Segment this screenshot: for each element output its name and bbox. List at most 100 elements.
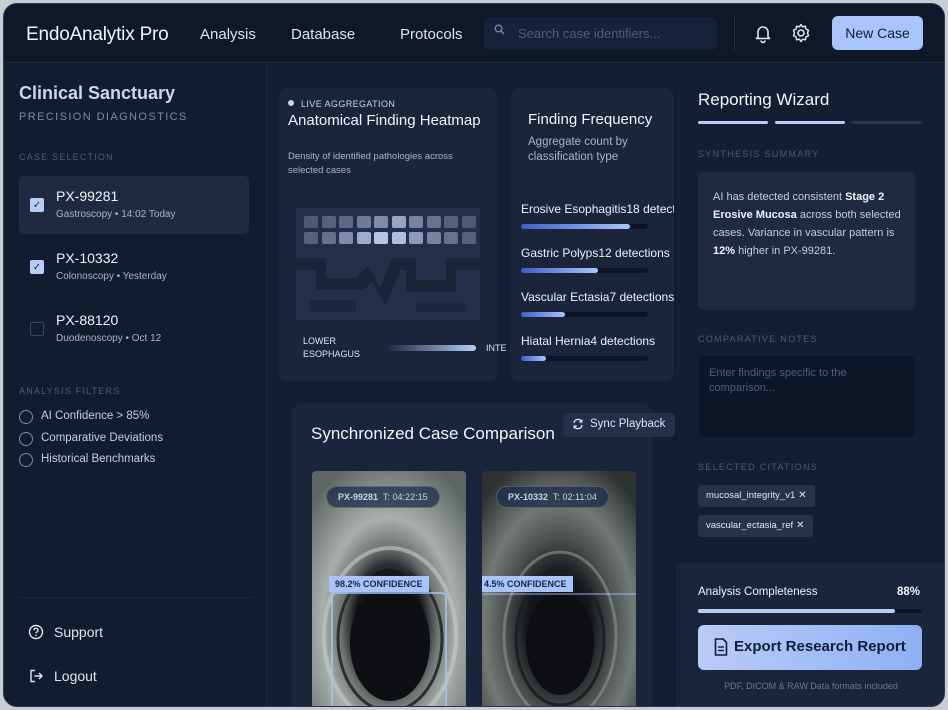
live-badge-label: LIVE AGGREGATION (301, 99, 396, 109)
synthesis-summary-box: AI has detected consistent Stage 2 Erosi… (698, 172, 915, 310)
top-bar: EndoAnalytix Pro Analysis Database Proto… (4, 4, 944, 63)
case-item[interactable]: ✓ PX-99281 Gastroscopy • 14:02 Today (19, 176, 249, 234)
main-content: LIVE AGGREGATION Anatomical Finding Heat… (267, 63, 675, 706)
frame-chip: PX-99281 T: 04:22:15 (326, 486, 440, 508)
sidebar-divider (19, 597, 253, 598)
search-box[interactable] (484, 17, 717, 50)
heatmap-cell (409, 216, 423, 228)
search-input[interactable] (518, 23, 708, 43)
sync-icon (572, 418, 584, 430)
frequency-title: Finding Frequency (528, 111, 653, 128)
selected-citations-label: SELECTED CITATIONS (698, 462, 819, 472)
document-icon (714, 638, 728, 656)
frequency-bar-fill (521, 268, 599, 273)
confidence-badge: 4.5% CONFIDENCE (482, 576, 573, 592)
remove-icon[interactable]: ✕ (796, 520, 804, 531)
anatomical-heatmap[interactable] (296, 208, 480, 320)
case-checkbox[interactable]: ✓ (30, 198, 44, 212)
sync-label: Sync Playback (590, 418, 666, 430)
heatmap-cell (374, 216, 388, 228)
heatmap-cell (444, 216, 458, 228)
citation-label: vascular_ectasia_ref (706, 520, 794, 531)
frequency-bar-track (521, 312, 648, 317)
radio-button[interactable] (19, 432, 33, 446)
heatmap-cell (304, 216, 318, 228)
completeness-value: 88% (897, 586, 921, 598)
export-report-button[interactable]: Export Research Report (698, 625, 922, 670)
heatmap-cell (356, 216, 371, 228)
frequency-bar-track (521, 224, 648, 229)
wizard-step-2 (775, 121, 845, 124)
new-case-button[interactable]: New Case (832, 16, 923, 50)
frequency-bar-track (521, 268, 648, 273)
frame-timestamp: T: 04:22:15 (383, 492, 428, 502)
toolbar-divider (734, 17, 735, 50)
frame-timestamp: T: 02:11:04 (553, 492, 597, 502)
filter-label: Historical Benchmarks (41, 453, 156, 465)
completeness-section: Analysis Completeness 88% Export Researc… (676, 563, 944, 706)
frequency-description: Aggregate count by classification type (528, 136, 628, 163)
search-icon (494, 24, 505, 38)
help-circle-icon (28, 624, 44, 640)
heatmap-cell (391, 216, 406, 228)
heatmap-cell (461, 232, 476, 244)
sidebar-title: Clinical Sanctuary (19, 83, 176, 103)
app-window: EndoAnalytix Pro Analysis Database Proto… (3, 3, 945, 707)
frequency-bar-fill (521, 356, 547, 361)
heatmap-cell (444, 232, 458, 244)
endoscopy-frame-right[interactable]: PX-10332 T: 02:11:04 4.5% CONFIDENCE (482, 471, 636, 706)
confidence-badge: 98.2% CONFIDENCE (329, 576, 429, 592)
case-meta: Duodenoscopy • Oct 12 (56, 333, 162, 344)
citation-chip[interactable]: mucosal_integrity_v1 ✕ (698, 485, 815, 507)
bell-icon[interactable] (752, 22, 774, 44)
case-selection-label: CASE SELECTION (19, 152, 114, 162)
filter-label: AI Confidence > 85% (41, 410, 150, 422)
case-item[interactable]: PX-88120 Duodenoscopy • Oct 12 (19, 300, 249, 358)
sidebar-subtitle: PRECISION DIAGNOSTICS (19, 111, 188, 123)
heatmap-cell (426, 232, 441, 244)
formats-note: PDF, DICOM & RAW Data formats included (724, 681, 898, 691)
comparative-notes-input[interactable] (698, 356, 915, 437)
heatmap-title: Anatomical Finding Heatmap (288, 112, 481, 129)
frequency-bar-track (521, 356, 648, 361)
heatmap-cell (304, 232, 318, 244)
remove-icon[interactable]: ✕ (798, 490, 806, 501)
citation-chip[interactable]: vascular_ectasia_ref ✕ (698, 515, 813, 537)
radio-button[interactable] (19, 453, 33, 467)
case-item[interactable]: ✓ PX-10332 Colonoscopy • Yesterday (19, 238, 249, 296)
nav-database[interactable]: Database (291, 26, 355, 43)
nav-protocols[interactable]: Protocols (400, 26, 463, 43)
completeness-progress-bar (698, 609, 922, 613)
heatmap-cell (426, 216, 441, 228)
live-dot-icon (288, 100, 294, 106)
endoscopy-frame-left[interactable]: PX-99281 T: 04:22:15 98.2% CONFIDENCE (312, 471, 466, 706)
heatmap-cell (461, 216, 476, 228)
case-checkbox[interactable] (30, 322, 44, 336)
nav-analysis[interactable]: Analysis (200, 26, 256, 43)
radio-button[interactable] (19, 410, 33, 424)
completeness-label: Analysis Completeness (698, 586, 818, 598)
case-id: PX-10332 (56, 250, 119, 266)
heatmap-cell (356, 232, 371, 244)
heatmap-cell (339, 216, 353, 228)
heatmap-label-lower-esophagus: LOWER ESOPHAGUS (303, 336, 361, 359)
comparative-notes-label: COMPARATIVE NOTES (698, 334, 818, 344)
sync-playback-button[interactable]: Sync Playback (563, 413, 675, 437)
completeness-progress-fill (698, 609, 896, 613)
reporting-wizard-panel: Reporting Wizard SYNTHESIS SUMMARY AI ha… (676, 63, 944, 706)
case-meta: Gastroscopy • 14:02 Today (56, 209, 176, 220)
support-label: Support (54, 624, 104, 640)
case-meta: Colonoscopy • Yesterday (56, 271, 167, 282)
heatmap-cell (321, 216, 336, 228)
gear-icon[interactable] (790, 22, 812, 44)
finding-frequency-card: Finding Frequency Aggregate count by cla… (510, 88, 674, 381)
frame-chip: PX-10332 T: 02:11:04 (496, 486, 609, 508)
heatmap-label-intestine: INTE (486, 343, 507, 353)
brand-logo[interactable]: EndoAnalytix Pro (26, 24, 169, 46)
case-checkbox[interactable]: ✓ (30, 260, 44, 274)
synthesis-summary-text: AI has detected consistent Stage 2 Erosi… (713, 191, 901, 257)
heatmap-cell (321, 232, 336, 244)
analysis-filters-label: ANALYSIS FILTERS (19, 386, 121, 396)
frame-case-id: PX-10332 (508, 492, 549, 502)
synthesis-summary-label: SYNTHESIS SUMMARY (698, 149, 820, 159)
